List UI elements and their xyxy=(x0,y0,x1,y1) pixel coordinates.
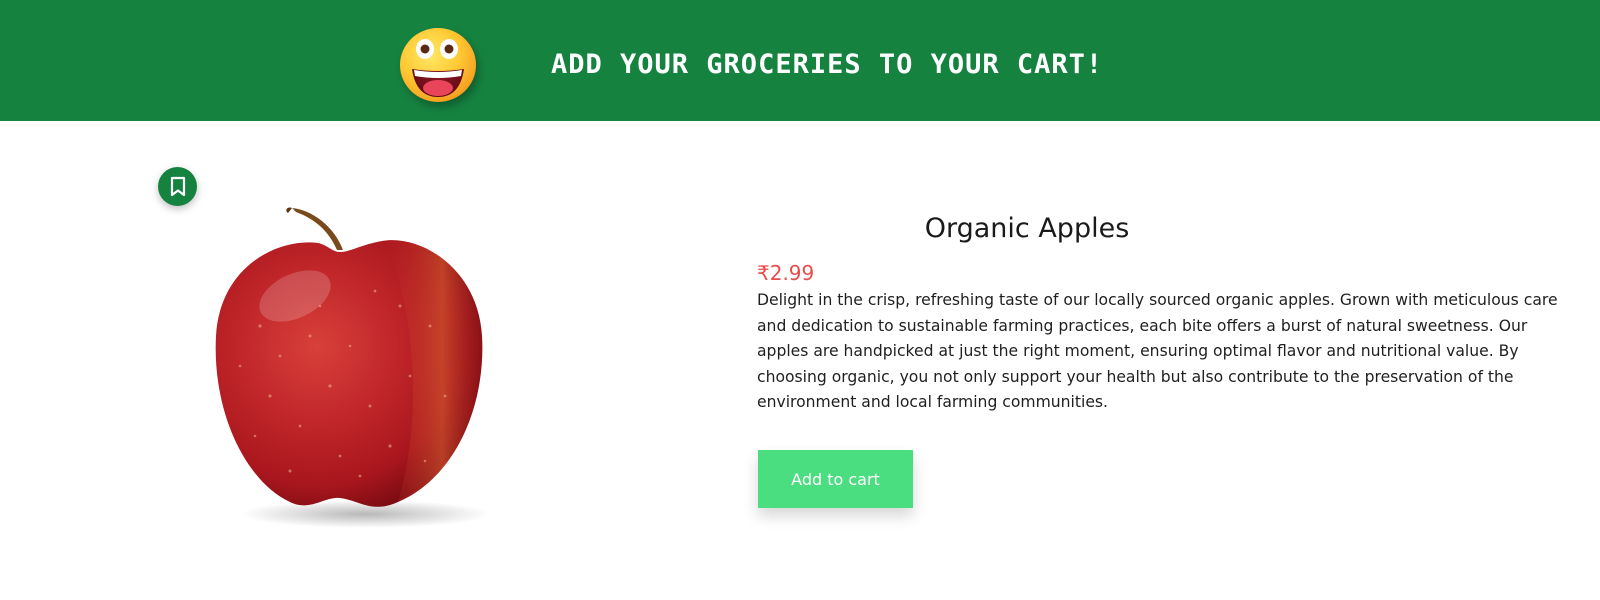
bookmark-icon xyxy=(170,176,185,196)
product-description: Delight in the crisp, refreshing taste o… xyxy=(757,291,1558,411)
bookmark-button[interactable] xyxy=(158,167,197,206)
add-to-cart-button[interactable]: Add to cart xyxy=(758,450,913,508)
header-title: ADD YOUR GROCERIES TO YOUR CART! xyxy=(551,49,1104,80)
site-header: ADD YOUR GROCERIES TO YOUR CART! xyxy=(0,0,1600,121)
red-apple-image xyxy=(215,207,490,528)
product-price: ₹2.99 xyxy=(757,261,815,285)
grinning-face-emoji-icon xyxy=(400,28,476,102)
product-name: Organic Apples xyxy=(924,213,1130,244)
